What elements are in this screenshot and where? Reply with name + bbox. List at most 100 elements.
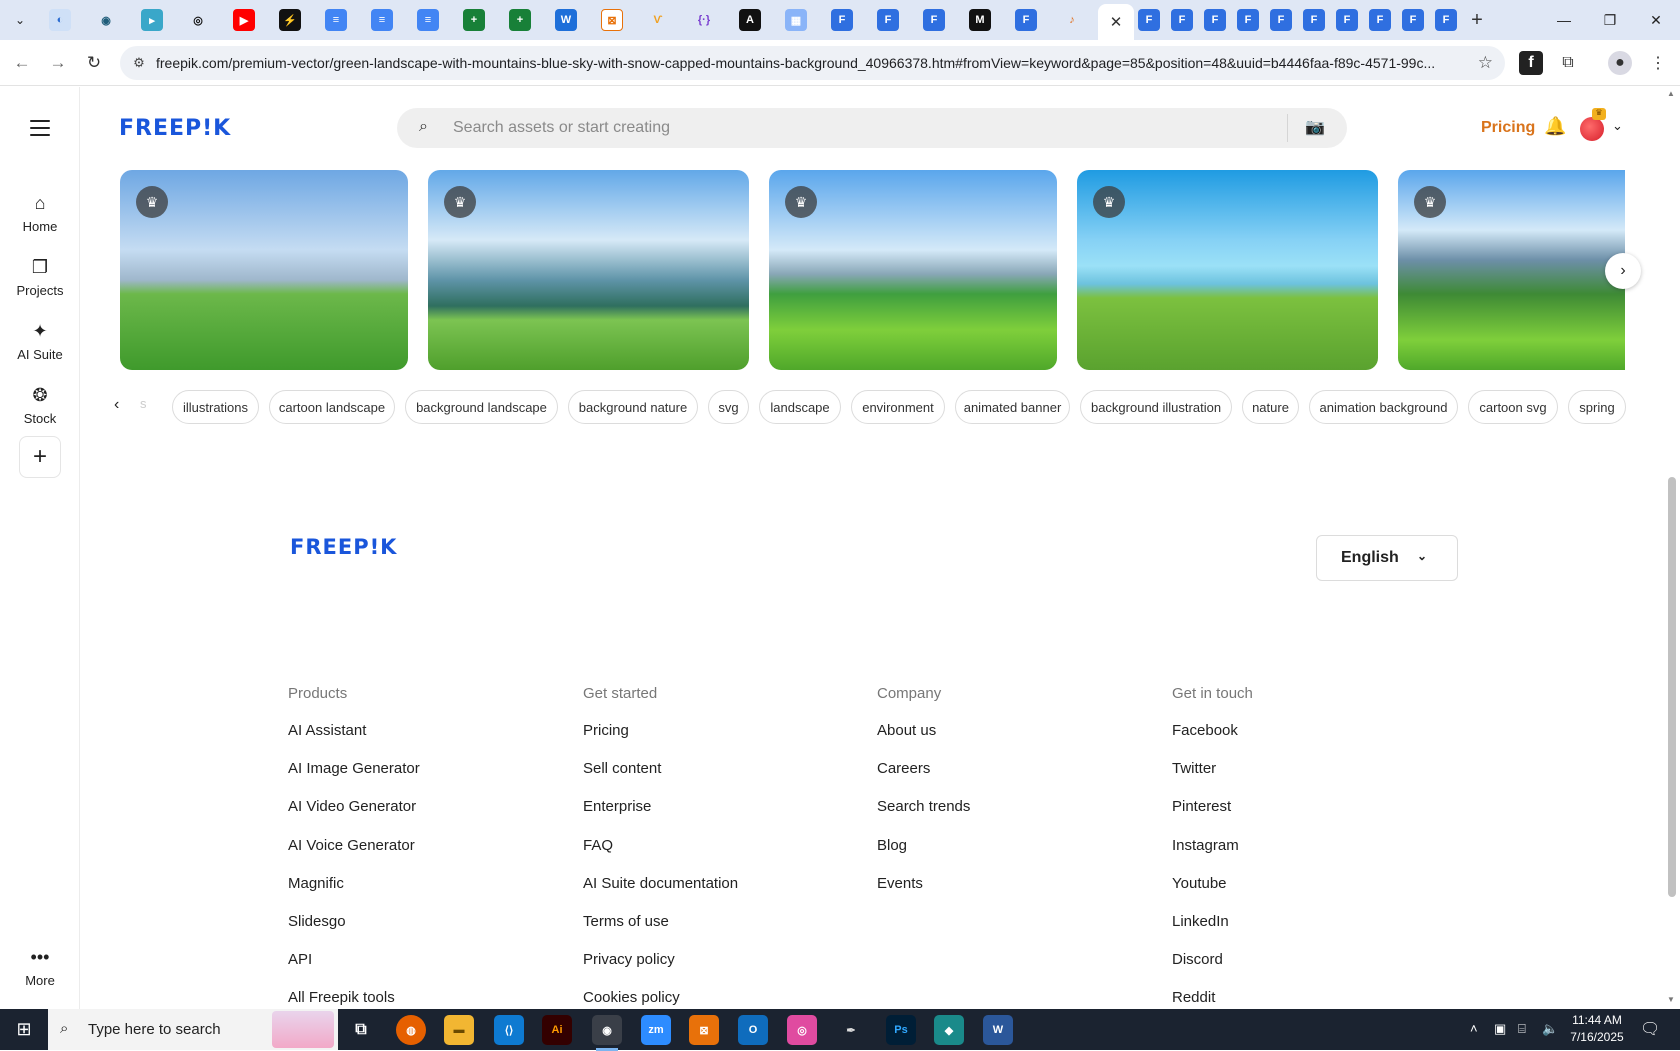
- tab-favicon[interactable]: ◎: [187, 9, 209, 31]
- create-plus-button[interactable]: +: [19, 436, 61, 478]
- footer-link[interactable]: Pinterest: [1172, 797, 1253, 835]
- tag-partial[interactable]: s: [140, 396, 147, 411]
- reload-icon[interactable]: ↻: [82, 51, 106, 75]
- tab-favicon[interactable]: {·}: [693, 9, 715, 31]
- tab-favicon[interactable]: F: [1138, 9, 1160, 31]
- footer-link[interactable]: Pricing: [583, 721, 738, 759]
- tag-chip[interactable]: spring: [1568, 390, 1626, 424]
- extensions-puzzle-icon[interactable]: ⧉: [1556, 51, 1580, 75]
- creative-cloud-icon[interactable]: ◎: [787, 1015, 817, 1045]
- tag-chip[interactable]: landscape: [759, 390, 841, 424]
- tab-favicon[interactable]: M: [969, 9, 991, 31]
- tab-favicon[interactable]: ♪: [1061, 9, 1083, 31]
- photoshop-icon[interactable]: Ps: [886, 1015, 916, 1045]
- network-icon[interactable]: ⌸: [1518, 1021, 1526, 1037]
- tab-favicon[interactable]: W: [555, 9, 577, 31]
- minimize-icon[interactable]: —: [1541, 6, 1587, 34]
- footer-link[interactable]: Search trends: [877, 797, 970, 835]
- rail-item-projects[interactable]: ❐ Projects: [0, 257, 80, 298]
- language-selector[interactable]: English ⌄: [1316, 535, 1458, 581]
- scroll-down-arrow-icon[interactable]: ▼: [1667, 995, 1675, 1004]
- footer-freepik-logo[interactable]: FREEP!K: [290, 535, 397, 559]
- footer-link[interactable]: Events: [877, 874, 970, 912]
- related-image-card[interactable]: ♛: [120, 170, 408, 370]
- scroll-up-arrow-icon[interactable]: ▲: [1667, 89, 1675, 98]
- tab-search-chevron-icon[interactable]: ⌄: [8, 8, 32, 32]
- footer-link[interactable]: Slidesgo: [288, 912, 420, 950]
- rail-item-more[interactable]: ••• More: [0, 947, 80, 988]
- tab-favicon[interactable]: F: [1303, 9, 1325, 31]
- footer-link[interactable]: Sell content: [583, 759, 738, 797]
- tab-favicon[interactable]: F: [1435, 9, 1457, 31]
- hamburger-menu-icon[interactable]: [30, 120, 50, 136]
- footer-link[interactable]: LinkedIn: [1172, 912, 1253, 950]
- windows-start-icon[interactable]: ⊞: [0, 1009, 48, 1050]
- footer-link[interactable]: AI Video Generator: [288, 797, 420, 835]
- footer-link[interactable]: Careers: [877, 759, 970, 797]
- tag-chip[interactable]: nature: [1242, 390, 1299, 424]
- file-explorer-icon[interactable]: ▬: [444, 1015, 474, 1045]
- docs-tab-icon[interactable]: ≡: [417, 9, 439, 31]
- chevron-down-icon[interactable]: ⌄: [1612, 118, 1623, 134]
- active-tab-close-button[interactable]: ✕: [1098, 4, 1134, 40]
- tab-favicon[interactable]: ◉: [95, 9, 117, 31]
- tab-favicon[interactable]: A: [739, 9, 761, 31]
- rail-item-home[interactable]: ⌂ Home: [0, 193, 80, 234]
- zoom-icon[interactable]: zm: [641, 1015, 671, 1045]
- tab-favicon[interactable]: ◐: [49, 9, 71, 31]
- tag-chip[interactable]: background nature: [568, 390, 698, 424]
- footer-link[interactable]: Privacy policy: [583, 950, 738, 988]
- tag-chip[interactable]: background landscape: [405, 390, 558, 424]
- sheets-tab-icon[interactable]: +: [509, 9, 531, 31]
- footer-link[interactable]: Terms of use: [583, 912, 738, 950]
- browser-menu-icon[interactable]: ⋮: [1646, 51, 1670, 75]
- tag-chip[interactable]: cartoon landscape: [269, 390, 395, 424]
- illustrator-icon[interactable]: Ai: [542, 1015, 572, 1045]
- notification-icon[interactable]: 🗨: [1640, 1019, 1660, 1039]
- bookmark-star-icon[interactable]: ☆: [1478, 53, 1493, 73]
- task-view-icon[interactable]: ⧉: [346, 1015, 376, 1045]
- related-image-card[interactable]: ♛: [428, 170, 749, 370]
- tab-favicon[interactable]: F: [831, 9, 853, 31]
- new-tab-button[interactable]: +: [1465, 8, 1489, 32]
- tab-favicon[interactable]: F: [1369, 9, 1391, 31]
- footer-link[interactable]: AI Suite documentation: [583, 874, 738, 912]
- profile-avatar-icon[interactable]: ●: [1608, 51, 1632, 75]
- tags-prev-arrow-icon[interactable]: ‹: [114, 396, 119, 414]
- related-image-card[interactable]: ♛: [769, 170, 1057, 370]
- tab-favicon[interactable]: F: [923, 9, 945, 31]
- camera-search-icon[interactable]: 📷: [1305, 117, 1325, 137]
- tray-chevron-up-icon[interactable]: ˄: [1470, 1021, 1478, 1036]
- related-image-card[interactable]: ♛: [1077, 170, 1378, 370]
- carousel-next-button[interactable]: ›: [1605, 253, 1641, 289]
- tab-favicon[interactable]: F: [1336, 9, 1358, 31]
- tag-chip[interactable]: illustrations: [172, 390, 259, 424]
- page-scrollbar[interactable]: ▲ ▼: [1663, 87, 1680, 1009]
- tab-favicon[interactable]: ⚡: [279, 9, 301, 31]
- firefox-icon[interactable]: ◍: [396, 1015, 426, 1045]
- docs-tab-icon[interactable]: ≡: [325, 9, 347, 31]
- footer-link[interactable]: Twitter: [1172, 759, 1253, 797]
- tab-favicon[interactable]: F: [1270, 9, 1292, 31]
- tag-chip[interactable]: background illustration: [1080, 390, 1232, 424]
- tag-chip[interactable]: environment: [851, 390, 945, 424]
- user-avatar[interactable]: [1580, 117, 1604, 141]
- docs-tab-icon[interactable]: ≡: [371, 9, 393, 31]
- freepik-logo[interactable]: FREEP!K: [119, 116, 231, 141]
- forward-arrow-icon[interactable]: →: [46, 51, 70, 75]
- tag-chip[interactable]: svg: [708, 390, 749, 424]
- footer-link[interactable]: FAQ: [583, 836, 738, 874]
- tab-favicon[interactable]: F: [1402, 9, 1424, 31]
- tray-display-icon[interactable]: ▣: [1494, 1021, 1506, 1037]
- system-clock[interactable]: 11:44 AM 7/16/2025: [1566, 1012, 1628, 1046]
- tag-chip[interactable]: animation background: [1309, 390, 1458, 424]
- app-icon[interactable]: ◆: [934, 1015, 964, 1045]
- volume-icon[interactable]: 🔈: [1542, 1021, 1558, 1037]
- tab-favicon[interactable]: F: [1237, 9, 1259, 31]
- footer-link[interactable]: Blog: [877, 836, 970, 874]
- footer-link[interactable]: Enterprise: [583, 797, 738, 835]
- search-input[interactable]: [453, 116, 1253, 140]
- pricing-link[interactable]: Pricing: [1481, 119, 1535, 137]
- footer-link[interactable]: Youtube: [1172, 874, 1253, 912]
- footer-link[interactable]: API: [288, 950, 420, 988]
